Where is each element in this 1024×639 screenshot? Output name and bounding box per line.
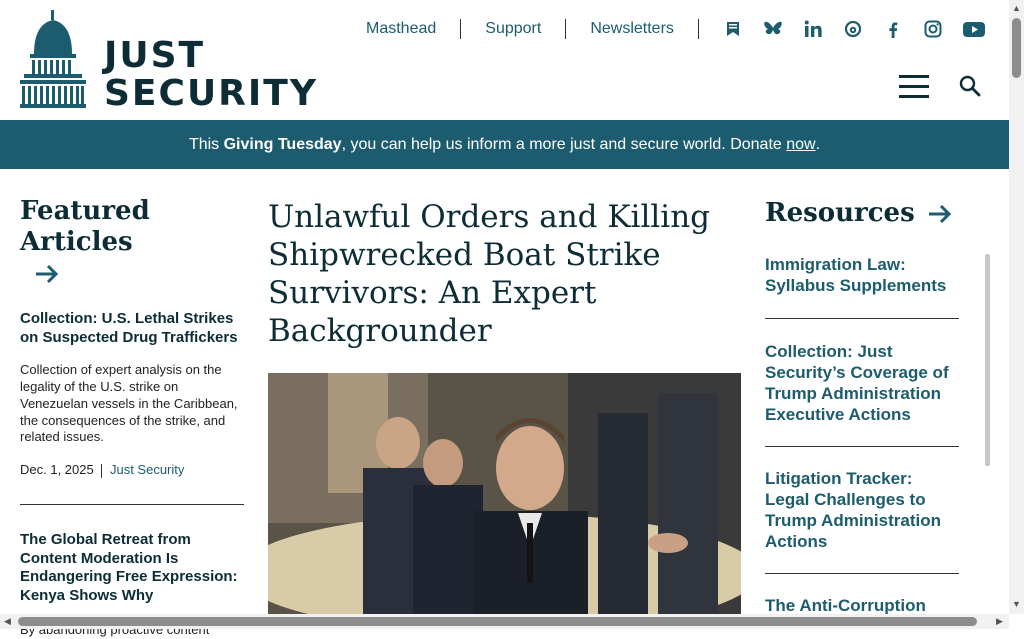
featured-articles-heading[interactable]: Featured Articles [20,196,244,258]
scroll-down-arrow-icon[interactable]: ▼ [1012,600,1021,609]
nav-divider [697,19,699,39]
search-icon[interactable] [958,74,982,98]
featured-article-excerpt: Collection of expert analysis on the leg… [20,361,238,445]
featured-article-title[interactable]: The Global Retreat from Content Moderati… [20,531,244,606]
scroll-up-arrow-icon[interactable]: ▲ [1012,4,1021,13]
resource-item-label: Collection: Just Security’s Coverage of … [765,342,949,424]
article-date: Dec. 1, 2025 [20,462,94,478]
article-divider [20,503,244,505]
nav-link-masthead[interactable]: Masthead [366,20,436,38]
nav-divider [565,19,567,39]
capitol-dome-icon [20,10,86,108]
hamburger-menu-button[interactable] [899,75,929,98]
menu-bar [899,75,929,78]
resources-list[interactable]: Immigration Law: Syllabus Supplements Co… [765,254,990,629]
arrow-right-icon[interactable] [927,204,953,224]
resource-item[interactable]: Litigation Tracker: Legal Challenges to … [765,447,959,574]
banner-text-bold: Giving Tuesday [223,135,342,153]
resources-heading[interactable]: Resources [765,198,987,229]
logo-text-security: SECURITY [104,73,318,114]
resource-item[interactable]: Collection: Just Security’s Coverage of … [765,319,959,447]
logo-text-just: JUST [104,35,206,76]
bluesky-icon[interactable] [763,19,783,39]
main-headline[interactable]: Unlawful Orders and Killing Shipwrecked … [268,198,741,350]
vertical-scrollbar-track[interactable] [1009,0,1024,614]
social-links [723,19,985,39]
nav-link-support[interactable]: Support [485,20,541,38]
facebook-icon[interactable] [883,19,903,39]
featured-article-title[interactable]: Collection: U.S. Lethal Strikes on Suspe… [20,310,244,348]
resources-column: Resources [765,198,987,229]
resource-item-label: Immigration Law: Syllabus Supplements [765,255,947,295]
youtube-icon[interactable] [962,19,985,39]
banner-text-suffix: . [815,135,821,153]
site-header: JUST SECURITY Masthead Support Newslette… [0,0,1009,120]
featured-article: Collection: U.S. Lethal Strikes on Suspe… [20,310,244,478]
instagram-icon[interactable] [923,19,943,39]
menu-bar [899,85,929,88]
nav-link-newsletters[interactable]: Newsletters [590,20,674,38]
vertical-scrollbar-thumb[interactable] [1012,18,1021,78]
top-navigation: Masthead Support Newsletters [366,18,985,40]
threads-icon[interactable] [843,19,863,39]
arrow-right-icon[interactable] [34,264,60,284]
featured-article-meta: Dec. 1, 2025 Just Security [20,462,244,478]
scroll-right-arrow-icon[interactable]: ▶ [996,617,1003,626]
main-story-image[interactable] [268,373,741,629]
banner-text-middle: , you can help us inform a more just and… [341,135,787,153]
resources-heading-text: Resources [765,198,915,228]
menu-bar [899,95,929,98]
linkedin-icon[interactable] [803,19,823,39]
hero-photo [268,373,741,629]
meta-divider [101,463,103,478]
article-author-link[interactable]: Just Security [110,462,184,477]
featured-articles-column: Featured Articles Collection: U.S. Letha… [20,196,244,639]
nav-divider [460,19,462,39]
resources-scrollbar[interactable] [985,254,990,466]
banner-text-prefix: This [188,135,224,153]
site-logo[interactable]: JUST SECURITY [20,10,320,114]
main-story: Unlawful Orders and Killing Shipwrecked … [268,198,741,350]
featured-heading-text: Featured Articles [20,196,150,258]
donate-now-link[interactable]: now [786,136,815,154]
resource-item[interactable]: Immigration Law: Syllabus Supplements [765,254,959,319]
horizontal-scrollbar-thumb[interactable] [18,617,977,626]
bookmark-newspaper-icon[interactable] [723,19,743,39]
resource-item-label: Litigation Tracker: Legal Challenges to … [765,469,941,551]
scroll-left-arrow-icon[interactable]: ◀ [4,617,11,626]
giving-tuesday-banner: This Giving Tuesday , you can help us in… [0,120,1009,169]
